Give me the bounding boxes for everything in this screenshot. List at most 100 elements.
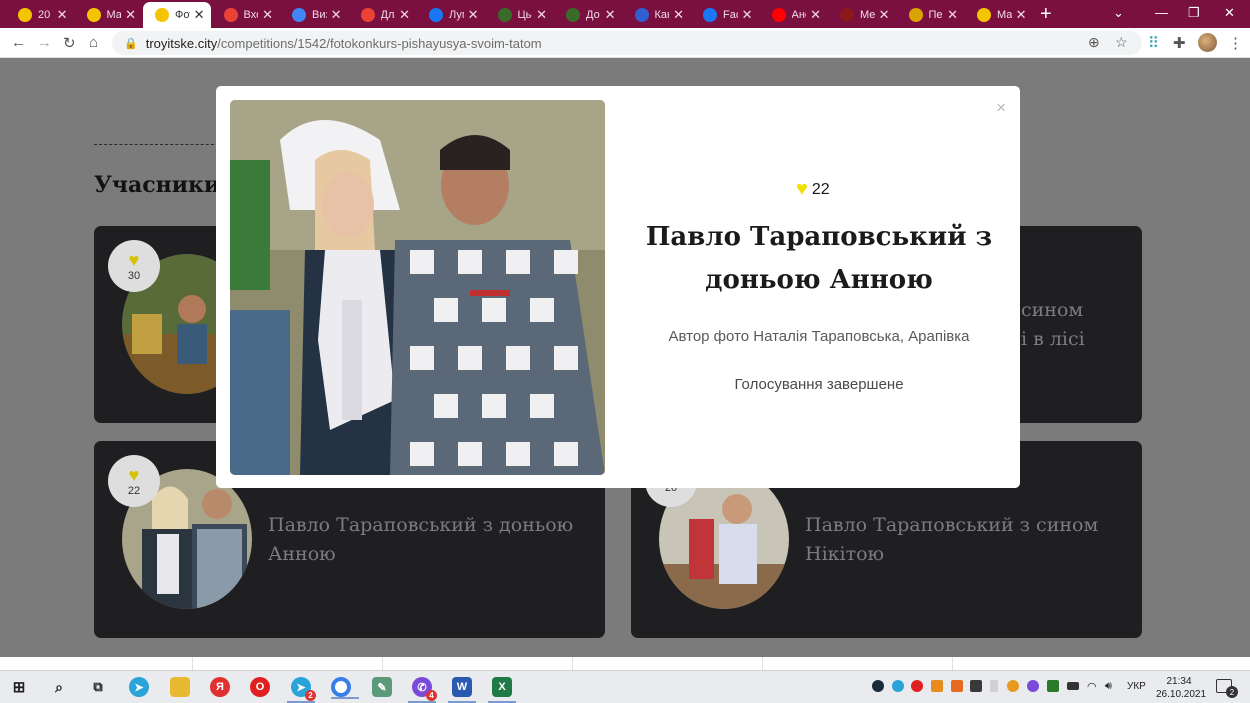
tab-close-icon[interactable]: ✕ [673, 7, 684, 23]
close-icon[interactable]: × [996, 98, 1006, 118]
vote-badge: ♥ 22 [108, 455, 160, 507]
tab-close-icon[interactable]: ✕ [947, 7, 958, 23]
language-indicator[interactable]: УКР [1127, 681, 1146, 692]
cart-icon [634, 8, 649, 22]
divider [382, 657, 383, 670]
telegram-tray-icon[interactable] [892, 680, 904, 692]
bookmark-star-icon[interactable]: ☆ [1115, 34, 1128, 51]
chevron-down-icon[interactable]: ⌄ [1113, 5, 1124, 21]
divider [572, 657, 573, 670]
menu-kebab-icon[interactable]: ⋮ [1228, 34, 1243, 52]
tab-title: Ма [106, 9, 122, 21]
browser-tab[interactable]: Вхо✕ [212, 2, 280, 28]
back-icon[interactable]: ← [11, 34, 26, 51]
system-clock[interactable]: 21:34 26.10.2021 [1156, 675, 1206, 701]
divider [192, 657, 193, 670]
home-icon[interactable]: ⌂ [89, 34, 98, 51]
gmail-icon [223, 8, 238, 22]
paint-icon[interactable]: ✎ [372, 677, 392, 697]
task-view-icon[interactable]: ⧉ [88, 677, 108, 697]
browser-tab[interactable]: Цьс✕ [486, 2, 554, 28]
word-icon[interactable]: W [448, 677, 476, 703]
page-overlay: Учасники ♥ 30 сином і в лісі ♥ 22 Павло … [0, 58, 1250, 657]
browser-tab[interactable]: Для✕ [349, 2, 417, 28]
usb-icon[interactable] [990, 680, 998, 692]
telegram-app-icon[interactable]: ➤ 2 [287, 677, 316, 703]
browser-tab[interactable]: Face ✕ [691, 2, 759, 28]
browser-tab[interactable]: 20 г ✕ [6, 2, 74, 28]
browser-tab[interactable]: Ме ✕ [828, 2, 896, 28]
tab-close-icon[interactable]: ✕ [1016, 7, 1027, 23]
telegram-icon[interactable]: ➤ [129, 677, 149, 697]
restore-icon[interactable]: ❐ [1188, 5, 1200, 21]
divider [952, 657, 953, 670]
viber-tray-icon[interactable] [1027, 680, 1039, 692]
windows-taskbar: ⊞ ⌕ ⧉ ➤ Я O ➤ 2 ✎ ✆ 4 W X ◠ 🔊︎ УКР 21:34 2… [0, 670, 1250, 703]
tab-title: Анс [791, 9, 807, 21]
tab-close-icon[interactable]: ✕ [331, 7, 342, 23]
profile-avatar[interactable] [1198, 33, 1217, 52]
modal-vote-count[interactable]: ♥ 22 [796, 178, 830, 201]
steam-tray-icon[interactable] [872, 680, 884, 692]
browser-tab[interactable]: Ма ✕ [75, 2, 143, 28]
browser-tab[interactable]: Ма ✕ [965, 2, 1033, 28]
tab-title: Фот [175, 9, 190, 21]
extensions-puzzle-icon[interactable]: ✚ [1173, 34, 1186, 52]
tray-app-icon[interactable] [931, 680, 943, 692]
viber-icon[interactable]: ✆ 4 [408, 677, 437, 703]
minimize-icon[interactable]: — [1155, 5, 1168, 20]
opera-icon[interactable]: O [250, 677, 270, 697]
excel-icon[interactable]: X [488, 677, 516, 703]
participant-name: сином і в лісі [1021, 299, 1085, 350]
browser-tab[interactable]: Пер✕ [897, 2, 965, 28]
forward-icon[interactable]: → [37, 34, 52, 51]
tab-close-icon[interactable]: ✕ [536, 7, 547, 23]
browser-tab[interactable]: Фот ✕ [143, 2, 211, 28]
tray-app-icon[interactable] [1007, 680, 1019, 692]
tab-close-icon[interactable]: ✕ [468, 7, 479, 23]
apps-grid-icon[interactable]: ⠿ [1148, 34, 1159, 52]
file-explorer-icon[interactable] [170, 677, 190, 697]
tab-close-icon[interactable]: ✕ [194, 7, 205, 23]
youtube-icon [771, 8, 786, 22]
wifi-icon[interactable]: ◠ [1087, 680, 1099, 693]
windows-start-icon[interactable]: ⊞ [9, 677, 29, 697]
tab-title: До [586, 9, 600, 21]
browser-tab[interactable]: Анс✕ [760, 2, 828, 28]
volume-icon[interactable]: 🔊︎ [1105, 680, 1117, 692]
participant-name[interactable]: Павло Тараповський з сином Нікітою [805, 511, 1125, 569]
browser-tab[interactable]: Луг ✕ [417, 2, 485, 28]
new-tab-button[interactable]: + [1040, 3, 1052, 26]
tab-close-icon[interactable]: ✕ [605, 7, 616, 23]
browser-tab[interactable]: Виз ✕ [280, 2, 348, 28]
divider [762, 657, 763, 670]
tab-close-icon[interactable]: ✕ [125, 7, 136, 23]
tray-app-icon[interactable] [970, 680, 982, 692]
participant-name[interactable]: Павло Тараповський з доньою Анною [268, 511, 588, 569]
tab-close-icon[interactable]: ✕ [810, 7, 821, 23]
page-footer-strip [0, 657, 1250, 670]
heart-icon: ♥ [796, 178, 808, 200]
close-window-icon[interactable]: ✕ [1224, 5, 1235, 21]
tab-close-icon[interactable]: ✕ [262, 7, 273, 23]
tab-close-icon[interactable]: ✕ [57, 7, 68, 23]
address-bar[interactable]: 🔒 troyitske.city /competitions/1542/foto… [112, 31, 1142, 55]
tab-title: Как [654, 9, 670, 21]
reload-icon[interactable]: ↻ [63, 34, 76, 52]
browser-tab[interactable]: До ✕ [554, 2, 622, 28]
zoom-icon[interactable]: ⊕ [1088, 34, 1100, 51]
facebook-icon [703, 8, 717, 22]
search-icon[interactable]: ⌕ [49, 677, 69, 697]
browser-tab[interactable]: Как✕ [623, 2, 691, 28]
nvidia-icon[interactable] [1047, 680, 1059, 692]
tab-close-icon[interactable]: ✕ [742, 7, 753, 23]
tab-close-icon[interactable]: ✕ [399, 7, 410, 23]
tray-app-icon[interactable] [951, 680, 963, 692]
chrome-icon[interactable] [331, 677, 359, 699]
opera-tray-icon[interactable] [911, 680, 923, 692]
yellow-dot-icon [977, 8, 991, 22]
shield-icon [497, 8, 512, 22]
yandex-browser-icon[interactable]: Я [210, 677, 230, 697]
tab-close-icon[interactable]: ✕ [879, 7, 890, 23]
battery-icon[interactable] [1067, 682, 1079, 690]
